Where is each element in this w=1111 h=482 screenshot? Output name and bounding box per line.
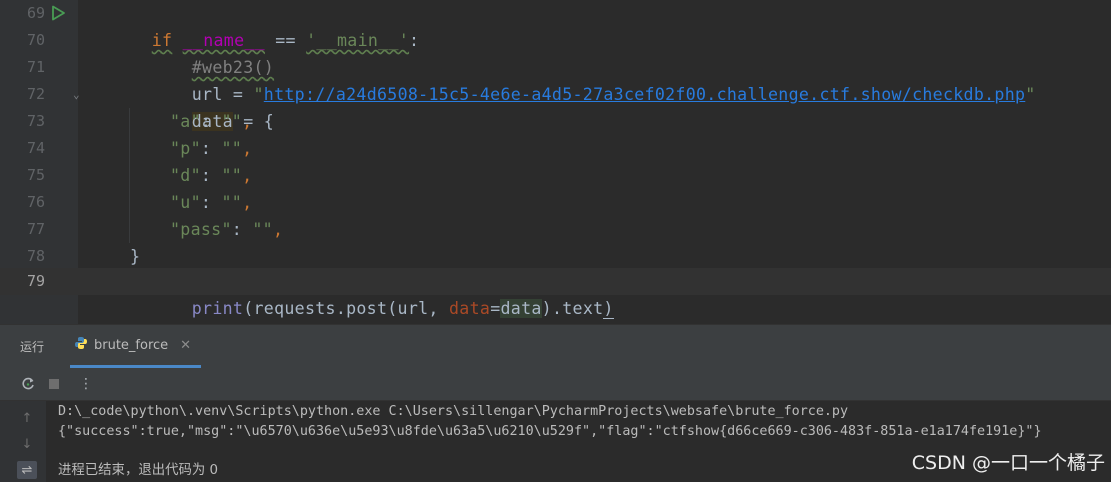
comma: , [242, 193, 253, 212]
dict-value: "" [252, 220, 273, 239]
line-number: 73 [26, 112, 45, 130]
dict-key: "d" [170, 166, 201, 185]
scroll-up-icon[interactable]: ↑ [17, 409, 37, 427]
more-vert-icon[interactable]: ⋮ [76, 374, 96, 394]
soft-wrap-icon[interactable]: ⇌ [17, 461, 37, 479]
equals: = [490, 299, 501, 318]
line-number: 71 [26, 58, 45, 76]
colon: : [231, 220, 253, 239]
comma: , [242, 166, 253, 185]
console-line-exit: 进程已结束，退出代码为 0 [58, 463, 219, 478]
dict-key: "u" [170, 193, 201, 212]
code-line-69[interactable]: 69 if __name__ == '__main__': [0, 0, 1111, 50]
line-number: 69 [26, 4, 45, 22]
run-tab-brute-force[interactable]: brute_force ✕ [70, 325, 202, 368]
code-line-70[interactable]: 70 #web23() [0, 27, 1111, 77]
dict-key: "p" [170, 139, 201, 158]
csdn-watermark: CSDN @一口一个橘子 [911, 452, 1105, 474]
stop-icon[interactable] [44, 374, 64, 394]
code-line-77[interactable]: 77 "pass": "", [0, 216, 1111, 243]
scroll-down-icon[interactable]: ↓ [17, 435, 37, 453]
close-paren: ) [603, 299, 614, 319]
line-number: 78 [26, 247, 45, 265]
colon: : [200, 112, 222, 131]
line-number: 75 [26, 166, 45, 184]
line-number: 76 [26, 193, 45, 211]
console-line-output: {"success":true,"msg":"\u6570\u636e\u5e9… [58, 424, 1042, 439]
run-gutter-icon[interactable] [50, 0, 66, 29]
code-line-71[interactable]: 71 url = "http://a24d6508-15c5-4e6e-a4d5… [0, 54, 1111, 104]
code-line-75[interactable]: 75 "d": "", [0, 162, 1111, 189]
run-tab-label: brute_force [94, 337, 169, 353]
line-number: 79 [26, 272, 45, 290]
code-editor[interactable]: 69 if __name__ == '__main__': 70 #web23(… [0, 0, 1111, 324]
line-number: 72 [26, 85, 45, 103]
code-line-79[interactable]: 79 print(requests.post(url, data=data).t… [0, 268, 1111, 319]
code-line-72[interactable]: 72 ⌄ data = { [0, 81, 1111, 131]
rerun-icon[interactable] [18, 374, 38, 394]
run-tool-window-header: 运行 brute_force ✕ [0, 324, 1111, 369]
code-line-78[interactable]: 78 } [0, 243, 1111, 270]
code-line-76[interactable]: 76 "u": "", [0, 189, 1111, 216]
call-args: (requests.post(url, [243, 299, 450, 318]
dict-key: "a" [170, 112, 201, 131]
builtin-print: print [191, 299, 244, 318]
comma: , [272, 220, 284, 239]
line-number: 70 [26, 31, 45, 49]
comma: , [242, 112, 253, 131]
python-icon [74, 336, 88, 354]
colon: : [200, 193, 222, 212]
console-line-command: D:\_code\python\.venv\Scripts\python.exe… [58, 404, 849, 419]
dict-value: "" [221, 166, 243, 185]
call-tail: ).text [541, 299, 604, 318]
comma: , [242, 139, 253, 158]
dict-value: "" [221, 193, 243, 212]
arg-value: data [500, 299, 542, 318]
close-icon[interactable]: ✕ [180, 338, 191, 353]
dict-key: "pass" [170, 220, 232, 239]
fold-chevron-icon[interactable]: ⌄ [73, 81, 80, 108]
colon: : [200, 166, 222, 185]
colon: : [200, 139, 222, 158]
code-line-73[interactable]: 73 "a": "", [0, 108, 1111, 135]
dict-value: "" [221, 112, 243, 131]
dict-value: "" [221, 139, 243, 158]
line-number: 77 [26, 220, 45, 238]
run-panel-title: 运行 [20, 340, 45, 354]
code-line-74[interactable]: 74 "p": "", [0, 135, 1111, 162]
run-toolbar: ⋮ [0, 368, 1111, 401]
keyword-arg: data [449, 299, 491, 318]
line-number: 74 [26, 139, 45, 157]
dict-close: } [130, 247, 141, 266]
